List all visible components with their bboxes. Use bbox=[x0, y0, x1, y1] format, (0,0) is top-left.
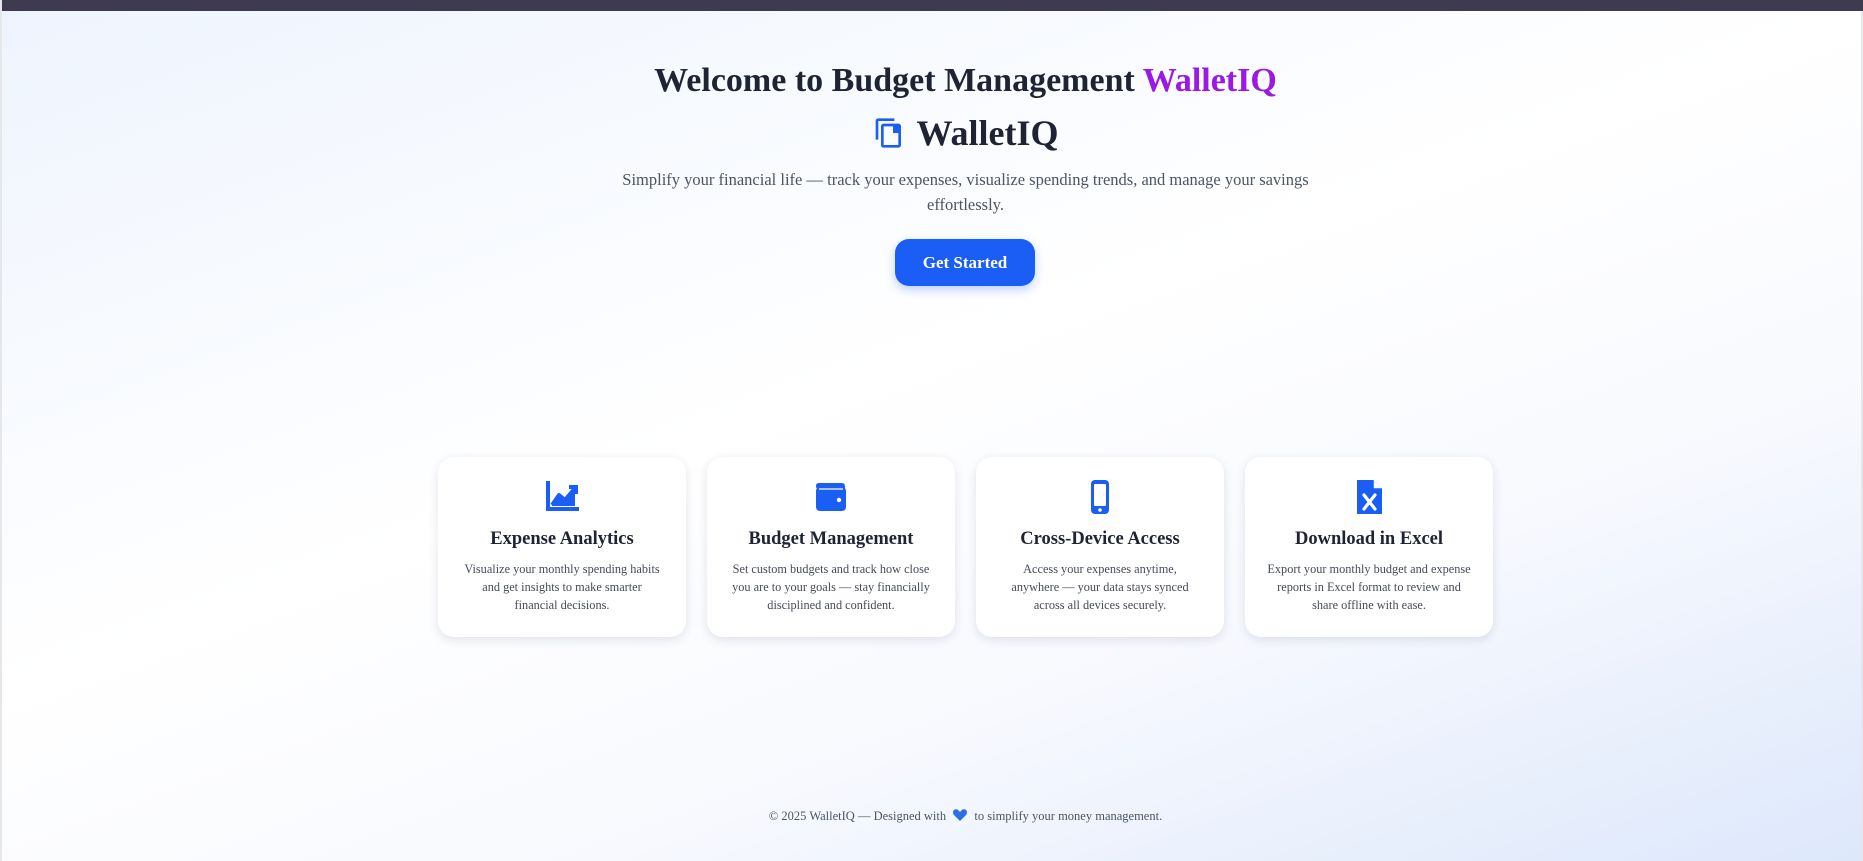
chart-line-up-icon bbox=[546, 481, 579, 511]
feature-description: Visualize your monthly spending habits a… bbox=[464, 562, 660, 612]
excel-file-icon bbox=[1357, 480, 1382, 514]
feature-title: Expense Analytics bbox=[490, 529, 634, 549]
hero-title-brand: WalletIQ bbox=[1142, 62, 1277, 99]
get-started-button[interactable]: Get Started bbox=[895, 239, 1035, 286]
feature-title: Download in Excel bbox=[1294, 529, 1444, 549]
brand-name: WalletIQ bbox=[916, 113, 1059, 153]
feature-card-budget-management: Budget Management Set custom budgets and… bbox=[707, 457, 955, 637]
feature-description: Export your monthly budget and expense r… bbox=[1267, 562, 1471, 612]
feature-card-download-in-excel: Download in Excel Export your monthly bu… bbox=[1245, 457, 1493, 637]
top-bar bbox=[2, 0, 1863, 11]
features-section: Expense Analytics Visualize your monthly… bbox=[438, 457, 1493, 637]
feature-card-cross-device-access: Cross-Device Access Access your expenses… bbox=[976, 457, 1224, 637]
footer-text-before: © 2025 WalletIQ — Designed with bbox=[768, 809, 947, 823]
landing-page: Welcome to Budget Management WalletIQ Wa… bbox=[0, 0, 1863, 861]
feature-title: Budget Management bbox=[748, 529, 914, 549]
hero-tagline: Simplify your financial life — track you… bbox=[622, 170, 1309, 214]
feature-description: Access your expenses anytime, anywhere —… bbox=[1011, 562, 1189, 612]
footer-text-after: to simplify your money management. bbox=[974, 809, 1163, 823]
copy-icon bbox=[875, 118, 901, 148]
feature-card-expense-analytics: Expense Analytics Visualize your monthly… bbox=[438, 457, 686, 637]
wallet-icon bbox=[816, 483, 846, 511]
feature-title: Cross-Device Access bbox=[1020, 529, 1180, 549]
mobile-phone-icon bbox=[1091, 480, 1109, 514]
heart-icon bbox=[953, 809, 968, 821]
hero-title: Welcome to Budget Management WalletIQ bbox=[2, 58, 1863, 104]
hero-title-prefix: Welcome to Budget Management bbox=[654, 62, 1135, 99]
feature-description: Set custom budgets and track how close y… bbox=[732, 562, 930, 612]
footer: © 2025 WalletIQ — Designed with to simpl… bbox=[2, 807, 1863, 825]
brand-row: WalletIQ bbox=[2, 109, 1863, 157]
